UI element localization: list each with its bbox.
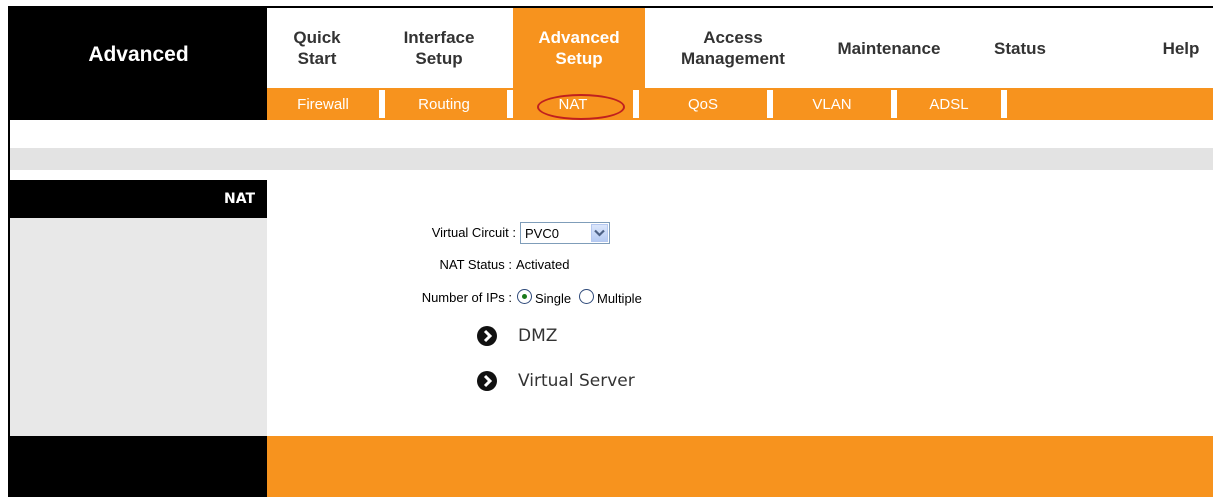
number-of-ips-label: Number of IPs : [421, 290, 512, 305]
sidebar-section-header: NAT [10, 180, 267, 218]
subtab-firewall[interactable]: Firewall [267, 88, 379, 120]
footer-bar [267, 436, 1213, 497]
tab-help[interactable]: Help [1147, 8, 1213, 88]
sidebar-panel [10, 218, 267, 436]
virtual-circuit-value: PVC0 [525, 225, 559, 241]
tab-access-management[interactable]: Access Management [657, 8, 809, 88]
sub-navigation: Firewall Routing NAT QoS VLAN ADSL [267, 88, 1213, 120]
subtab-adsl[interactable]: ADSL [897, 88, 1001, 120]
virtual-circuit-select[interactable]: PVC0 [520, 222, 610, 244]
sidebar-section-label: NAT [223, 191, 255, 207]
subtab-vlan[interactable]: VLAN [773, 88, 891, 120]
arrow-right-circle-icon[interactable] [477, 326, 497, 346]
subtab-routing[interactable]: Routing [385, 88, 503, 120]
tab-quick-start[interactable]: Quick Start [267, 8, 367, 88]
radio-multiple-label: Multiple [597, 291, 642, 306]
nat-status-label: NAT Status : [439, 257, 513, 272]
tab-advanced-setup[interactable]: Advanced Setup [513, 8, 645, 88]
virtual-server-link[interactable]: Virtual Server [518, 371, 635, 391]
tab-interface-setup[interactable]: Interface Setup [379, 8, 499, 88]
tab-maintenance[interactable]: Maintenance [821, 8, 957, 88]
subtab-nat[interactable]: NAT [513, 88, 633, 120]
radio-multiple[interactable] [579, 289, 594, 304]
subtab-qos[interactable]: QoS [639, 88, 767, 120]
top-navigation: Quick Start Interface Setup Advanced Set… [267, 8, 1213, 88]
virtual-circuit-label: Virtual Circuit : [431, 225, 516, 240]
radio-single-label: Single [535, 291, 572, 306]
radio-single[interactable] [517, 289, 532, 304]
radio-selected-dot [522, 294, 527, 299]
nat-status-value: Activated [516, 257, 570, 272]
divider-band [10, 148, 1213, 170]
page-section-title: Advanced [88, 43, 189, 66]
brand-block: Advanced [10, 8, 267, 98]
chevron-down-icon[interactable] [591, 224, 608, 242]
footer-left-block [10, 436, 267, 497]
arrow-right-circle-icon[interactable] [477, 371, 497, 391]
subnav-separator [1001, 90, 1007, 118]
dmz-link[interactable]: DMZ [518, 326, 557, 346]
brand-under-block [10, 98, 267, 120]
tab-status[interactable]: Status [975, 8, 1065, 88]
router-admin-frame: Advanced Quick Start Interface Setup Adv… [8, 6, 1213, 497]
